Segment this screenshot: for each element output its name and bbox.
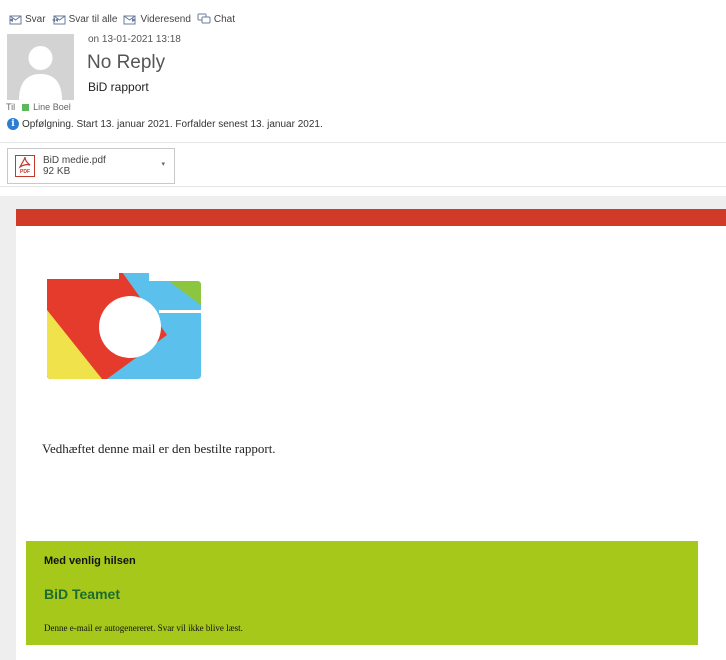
attachment-size: 92 KB — [43, 166, 71, 177]
message-body: Vedhæftet denne mail er den bestilte rap… — [16, 209, 726, 660]
message-subject: BiD rapport — [88, 80, 149, 94]
signature-note: Denne e-mail er autogenereret. Svar vil … — [44, 623, 243, 633]
signature-team: BiD Teamet — [44, 586, 120, 602]
sender-name[interactable]: No Reply — [87, 52, 165, 74]
pdf-type-label: PDF — [20, 169, 30, 175]
chevron-down-icon[interactable]: ▾ — [161, 160, 165, 168]
signature-greeting: Med venlig hilsen — [44, 555, 136, 567]
attachment-info: BiD medie.pdf 92 KB — [43, 155, 106, 177]
sender-avatar — [7, 34, 74, 100]
chat-icon — [197, 13, 211, 24]
signature-block: Med venlig hilsen BiD Teamet Denne e-mai… — [26, 541, 698, 645]
message-text: Vedhæftet denne mail er den bestilte rap… — [42, 441, 276, 456]
message-body-frame: Vedhæftet denne mail er den bestilte rap… — [0, 196, 726, 660]
forward-button[interactable]: Videresend — [123, 13, 191, 25]
followup-text: Opfølgning. Start 13. januar 2021. Forfa… — [22, 118, 323, 130]
divider — [0, 186, 726, 187]
recipient-name[interactable]: Line Boel — [33, 102, 71, 112]
presence-indicator — [22, 103, 30, 111]
forward-label: Videresend — [140, 13, 191, 25]
info-icon: i — [7, 118, 19, 130]
divider — [0, 142, 726, 143]
person-icon — [19, 46, 62, 100]
attachment-name: BiD medie.pdf — [43, 155, 106, 166]
chat-button[interactable]: Chat — [197, 13, 235, 25]
bid-camera-logo — [47, 265, 201, 384]
pdf-icon: PDF — [15, 155, 35, 177]
reply-all-icon — [51, 15, 66, 25]
reply-all-label: Svar til alle — [68, 13, 118, 25]
reply-icon — [9, 15, 22, 25]
reply-button[interactable]: Svar — [8, 13, 46, 25]
forward-icon — [123, 15, 137, 25]
followup-info: i Opfølgning. Start 13. januar 2021. For… — [7, 118, 323, 130]
sent-date: on 13-01-2021 13:18 — [88, 34, 181, 45]
message-toolbar: Svar Svar til alle Videresend Chat — [8, 13, 235, 25]
reply-all-button[interactable]: Svar til alle — [51, 13, 118, 25]
attachment-pdf[interactable]: PDF BiD medie.pdf 92 KB ▾ — [7, 148, 175, 184]
brand-header-bar — [16, 209, 726, 226]
reply-label: Svar — [25, 13, 46, 25]
to-label: Til — [6, 102, 16, 112]
recipient-line: Til Line Boel — [6, 102, 71, 112]
chat-label: Chat — [213, 13, 236, 25]
